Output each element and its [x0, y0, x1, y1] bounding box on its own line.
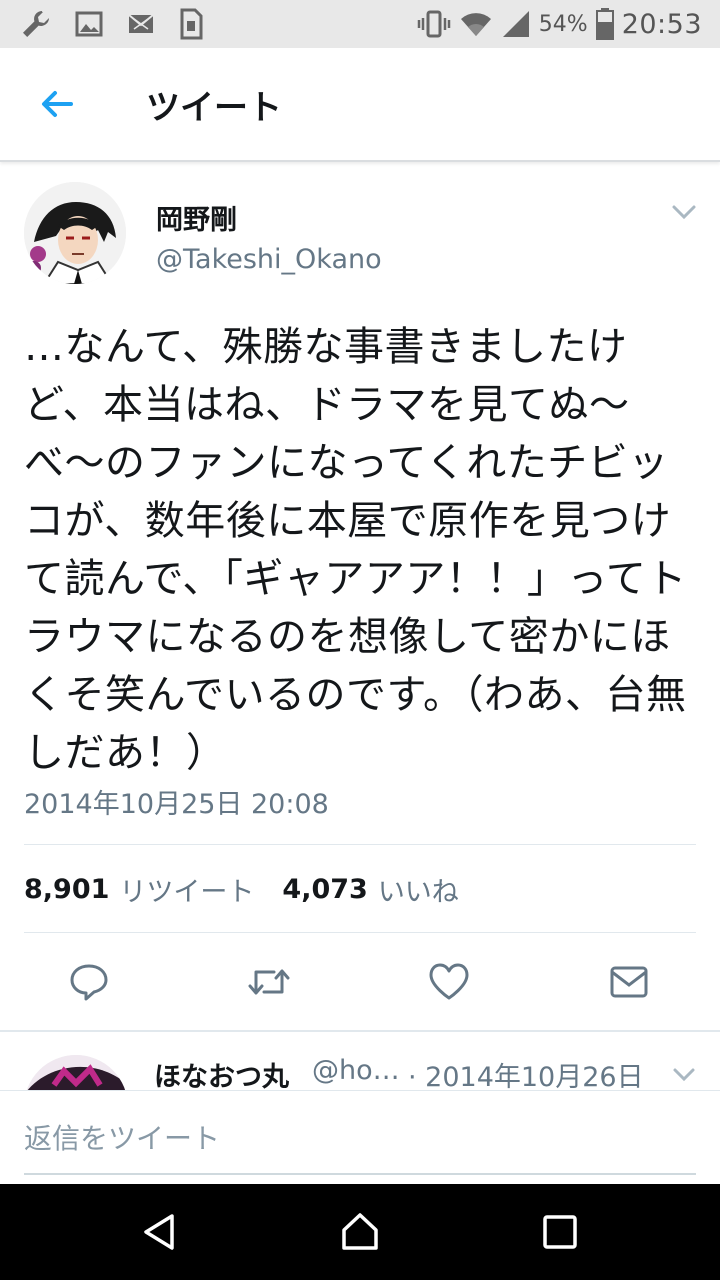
retweet-button[interactable] [244, 957, 294, 1007]
divider [24, 932, 696, 933]
reply-author-name[interactable]: ほなおつ丸 [154, 1055, 289, 1094]
arrow-left-icon [42, 91, 73, 117]
heart-icon [429, 963, 469, 1000]
image-icon [74, 9, 104, 39]
tweet-timestamp[interactable]: 2014年10月25日 20:08 [24, 782, 329, 821]
reply-icon [70, 964, 108, 1001]
battery-icon [595, 8, 614, 40]
like-button[interactable] [424, 957, 474, 1007]
reply-menu-button[interactable] [672, 1066, 696, 1084]
reply-author-handle[interactable]: @ho… [312, 1055, 400, 1086]
tweet-actions [0, 942, 720, 1022]
input-underline [24, 1173, 696, 1175]
tweet-text: …なんて、殊勝な事書きましたけど、本当はね、ドラマを見てぬ〜べ〜のファンになって… [24, 324, 687, 776]
back-button[interactable] [30, 77, 84, 131]
mail-icon [126, 9, 156, 39]
battery-percent: 54% [538, 11, 588, 37]
clock: 20:53 [621, 8, 702, 40]
chevron-down-icon [673, 1068, 695, 1082]
divider [0, 1030, 720, 1032]
share-button[interactable] [604, 957, 654, 1007]
nav-home-button[interactable] [336, 1208, 384, 1256]
like-label[interactable]: いいね [378, 870, 459, 909]
author-handle[interactable]: @Takeshi_Okano [156, 244, 382, 275]
page-title: ツイート [146, 87, 282, 128]
tweet-menu-button[interactable] [670, 202, 698, 222]
retweet-label[interactable]: リツイート [119, 870, 254, 909]
share-mail-icon [610, 966, 648, 998]
author-name[interactable]: 岡野剛 [156, 198, 237, 237]
reply-input[interactable]: 返信をツイート [24, 1117, 220, 1157]
recents-icon [543, 1215, 577, 1249]
like-count[interactable]: 4,073 [282, 874, 367, 905]
chevron-down-icon [672, 205, 696, 220]
reply-compose-bar: 返信をツイート [0, 1090, 720, 1185]
avatar[interactable] [24, 182, 126, 284]
sim-icon [178, 8, 204, 40]
reply-date[interactable]: · 2014年10月26日 [408, 1055, 644, 1094]
system-nav-bar [0, 1184, 720, 1280]
nav-back-button[interactable] [136, 1208, 184, 1256]
vibrate-icon [417, 9, 451, 39]
signal-icon [501, 9, 531, 39]
status-bar: 54% 20:53 [0, 0, 720, 48]
wifi-icon [459, 9, 493, 39]
app-header: ツイート [0, 48, 720, 162]
retweet-icon [248, 969, 290, 995]
retweet-count[interactable]: 8,901 [24, 874, 109, 905]
tweet-author: 岡野剛 @Takeshi_Okano [24, 182, 704, 292]
wrench-icon [20, 8, 52, 40]
home-icon [342, 1213, 378, 1250]
nav-recents-button[interactable] [536, 1208, 584, 1256]
divider [24, 844, 696, 845]
reply-button[interactable] [64, 957, 114, 1007]
tweet-stats: 8,901 リツイート 4,073 いいね [24, 870, 459, 909]
back-triangle-icon [144, 1214, 174, 1250]
